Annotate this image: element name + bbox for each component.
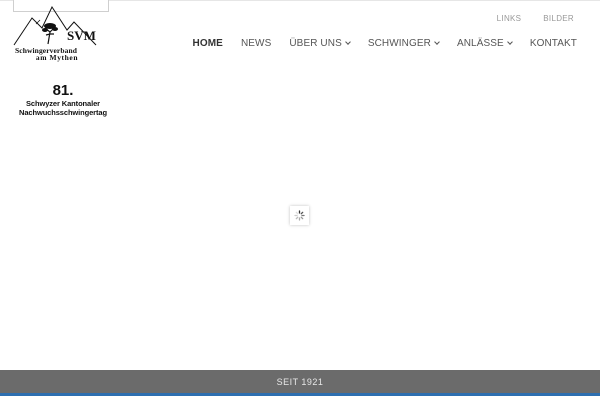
nav-item-label: ÜBER UNS <box>289 38 342 49</box>
secondary-nav: LINKS BILDER <box>497 14 574 23</box>
spinner-icon <box>294 210 305 221</box>
event-label: 81. Schwyzer Kantonaler Nachwuchsschwing… <box>13 82 113 117</box>
nav-item-label: SCHWINGER <box>367 38 431 49</box>
nav-item-schwinger[interactable]: SCHWINGER <box>367 38 440 49</box>
nav-item-kontakt[interactable]: KONTAKT <box>530 38 577 49</box>
footer-tagline: SEIT 1921 <box>276 376 324 387</box>
event-title-line2: Nachwuchsschwingertag <box>19 108 107 117</box>
nav-item-label: HOME <box>192 38 223 49</box>
logo-mountain-graphic: SVM <box>13 5 97 46</box>
nav-item-label: ANLÄSSE <box>456 38 504 49</box>
loading-indicator <box>290 206 309 225</box>
logo-text-line2: am Mythen <box>35 53 79 62</box>
main-nav: HOME NEWS ÜBER UNS SCHWINGER ANLÄSSE KON… <box>193 38 577 49</box>
nav-item-home[interactable]: HOME <box>193 38 223 49</box>
nav-item-news[interactable]: NEWS <box>241 38 271 49</box>
event-title-line1: Schwyzer Kantonaler <box>26 99 100 108</box>
footer-bar: SEIT 1921 <box>0 370 600 393</box>
top-link-links[interactable]: LINKS <box>497 14 522 23</box>
logo-initials: SVM <box>67 28 96 43</box>
top-link-bilder[interactable]: BILDER <box>543 14 574 23</box>
nav-item-ueber-uns[interactable]: ÜBER UNS <box>289 38 351 49</box>
nav-item-label: NEWS <box>240 38 272 49</box>
chevron-down-icon <box>345 39 351 45</box>
chevron-down-icon <box>506 39 513 45</box>
chevron-down-icon <box>434 39 440 45</box>
nav-item-anlaesse[interactable]: ANLÄSSE <box>456 38 513 49</box>
event-number: 81. <box>52 82 74 99</box>
nav-item-label: KONTAKT <box>529 38 577 49</box>
footer-accent-line <box>0 393 600 400</box>
